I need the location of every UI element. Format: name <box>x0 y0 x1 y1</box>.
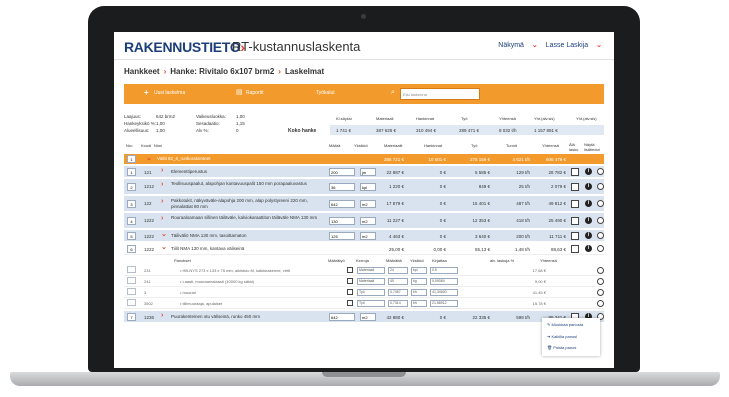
details-radio[interactable] <box>597 289 604 296</box>
resource-type-select[interactable]: Materiaali <box>357 267 385 274</box>
plus-icon[interactable]: + <box>144 88 149 97</box>
resource-row[interactable]: 231 • HB-NYS 273 x 133 x 75 mm, aikistui… <box>124 266 604 276</box>
details-radio[interactable] <box>597 183 604 190</box>
col-unit: Yksikkö <box>354 143 368 148</box>
resource-type-select[interactable]: Materiaali <box>357 278 385 285</box>
resource-checkbox[interactable] <box>347 300 353 306</box>
table-row[interactable]: 3 122 › Pakkotukit, näkyväväle-alapohja … <box>124 196 604 212</box>
exclude-checkbox[interactable] <box>571 217 579 225</box>
chevron-down-icon[interactable]: ⌄ <box>161 243 167 251</box>
quantity-input[interactable]: 130 <box>329 217 355 225</box>
details-radio[interactable] <box>597 300 604 307</box>
resource-row[interactable]: 3502 • tiilimuuraaja, apulaiset Työ 0,73… <box>124 299 604 309</box>
breadcrumb: Hankkeet › Hanke: Rivitalo 6x107 brm2 › Lask… <box>124 67 325 76</box>
quantity-input[interactable]: 36 <box>329 183 355 191</box>
exclude-checkbox[interactable] <box>571 245 579 253</box>
table-row-expanded[interactable]: 6 1222 ⌄ Tiilit NMA 130 mm, kantava väli… <box>124 243 604 255</box>
chevron-down-icon[interactable]: ⌄ <box>532 42 538 49</box>
details-radio[interactable] <box>597 278 604 285</box>
col-name: Nimi <box>154 143 162 148</box>
group-row[interactable]: 1 ⌄ Väliti 82_6_runkorakenteet 386 721 €… <box>124 154 604 165</box>
view-menu[interactable]: Näkymä <box>498 42 524 49</box>
col-num: Nro <box>126 143 133 148</box>
resource-row[interactable]: 241 • Laasti, muuraamalaasti (10000 kg s… <box>124 277 604 287</box>
summary-label: Koko hanke <box>288 128 317 134</box>
top-bar: RAKENNUSTIETO› RT-kustannuslaskenta Näky… <box>114 32 614 60</box>
webcam <box>361 14 366 19</box>
breadcrumb-projects[interactable]: Hankkeet <box>124 67 160 76</box>
search-icon[interactable]: ⌕ <box>391 89 395 97</box>
col-qty: Määrä <box>329 143 341 148</box>
info-icon[interactable]: i <box>585 168 592 175</box>
col-code: Koodi <box>141 143 152 148</box>
table-row[interactable]: 2 1212 › Teollisuuspaalut, alapohjan kan… <box>124 179 604 195</box>
quantity-input[interactable]: 200 <box>329 168 355 176</box>
col-materials: Materiaalit <box>384 143 403 148</box>
details-radio[interactable] <box>597 200 604 207</box>
app-screen: RAKENNUSTIETO› RT-kustannuslaskenta Näky… <box>114 32 614 368</box>
col-total: Yhteensä <box>542 143 559 148</box>
col-purchases: Hankinnat <box>424 143 443 148</box>
add-resource-item[interactable]: ➜ Kaikilla panosl <box>547 334 577 339</box>
user-menu[interactable]: Lasse Laskija <box>546 42 588 49</box>
delete-resource-item[interactable]: 🗑 Poista panos <box>547 345 576 350</box>
col-labor: Työ <box>471 143 478 148</box>
resource-type-select[interactable]: Työ <box>357 300 385 307</box>
details-radio[interactable] <box>597 232 604 239</box>
exclude-checkbox[interactable] <box>571 168 579 176</box>
chevron-right-icon[interactable]: › <box>161 198 163 205</box>
chevron-right-icon[interactable]: › <box>161 181 163 188</box>
chevron-down-icon[interactable]: ⌄ <box>146 154 152 162</box>
col-exclude: Älä lasko <box>569 142 579 152</box>
info-icon[interactable]: i <box>585 245 592 252</box>
info-icon[interactable]: i <box>585 200 592 207</box>
quantity-input[interactable]: 125 <box>329 232 355 240</box>
chevron-down-icon[interactable]: ⌄ <box>161 230 167 238</box>
quantity-input[interactable]: 642 <box>329 200 355 208</box>
context-menu: ✎ Muokkaa panosta ➜ Kaikilla panosl 🗑 Po… <box>542 318 600 356</box>
chevron-right-icon[interactable]: › <box>161 167 163 174</box>
resource-type-select[interactable]: Työ <box>357 289 385 296</box>
breadcrumb-project[interactable]: Hanke: Rivitalo 6x107 brm2 <box>170 67 274 76</box>
search-input[interactable]: Etsi laskenna <box>400 88 480 100</box>
exclude-checkbox[interactable] <box>571 232 579 240</box>
col-hours: Tunnit <box>506 143 517 148</box>
info-icon[interactable]: i <box>585 232 592 239</box>
app-title: RT-kustannuslaskenta <box>232 39 361 54</box>
exclude-checkbox[interactable] <box>571 200 579 208</box>
resource-checkbox[interactable] <box>347 278 353 284</box>
info-icon[interactable]: i <box>585 217 592 224</box>
chevron-down-icon[interactable]: ⌄ <box>596 42 602 49</box>
details-radio[interactable] <box>597 245 604 252</box>
details-radio[interactable] <box>597 217 604 224</box>
col-details: Näytä lisätiedot <box>584 142 600 152</box>
logo[interactable]: RAKENNUSTIETO› <box>124 39 245 55</box>
laptop-notch <box>322 372 406 377</box>
exclude-checkbox[interactable] <box>571 183 579 191</box>
toolbar: + Uusi laskelma ▤ Raportit Työkalut ⌕ Et… <box>124 84 604 104</box>
chevron-right-icon[interactable]: › <box>161 215 163 222</box>
breadcrumb-calculations[interactable]: Laskelmat <box>285 67 324 76</box>
top-nav: Näkymä ⌄ Lasse Laskija ⌄ <box>492 41 602 49</box>
info-icon[interactable]: i <box>585 183 592 190</box>
chevron-right-icon[interactable]: › <box>161 312 163 319</box>
table-row[interactable]: 4 1222 › Rouraaloamaan sillinen täiläväl… <box>124 213 604 229</box>
edit-resource-item[interactable]: ✎ Muokkaa panosta <box>547 322 583 327</box>
table-row[interactable]: 7 1236 › Puurakenteinen otu väliseinä, r… <box>124 311 604 323</box>
resource-row[interactable]: 3 • muurari Työ 0,7457 t/h 41,34600 41,4… <box>124 288 604 298</box>
report-icon[interactable]: ▤ <box>236 88 243 96</box>
reports-button[interactable]: Raportit <box>246 90 264 96</box>
table-row[interactable]: 1 121 › Elementtiperustus 200 jm 22 887 … <box>124 166 604 178</box>
details-radio[interactable] <box>597 267 604 274</box>
resource-checkbox[interactable] <box>347 267 353 273</box>
resource-checkbox[interactable] <box>347 289 353 295</box>
details-radio[interactable] <box>597 168 604 175</box>
tools-button[interactable]: Työkalut <box>316 90 335 96</box>
new-calculation-button[interactable]: Uusi laskelma <box>154 90 185 96</box>
table-row[interactable]: 5 1222 ⌄ Täiliväliö NMA 130 mm, tasoitta… <box>124 230 604 242</box>
quantity-input[interactable]: 642 <box>329 313 355 321</box>
